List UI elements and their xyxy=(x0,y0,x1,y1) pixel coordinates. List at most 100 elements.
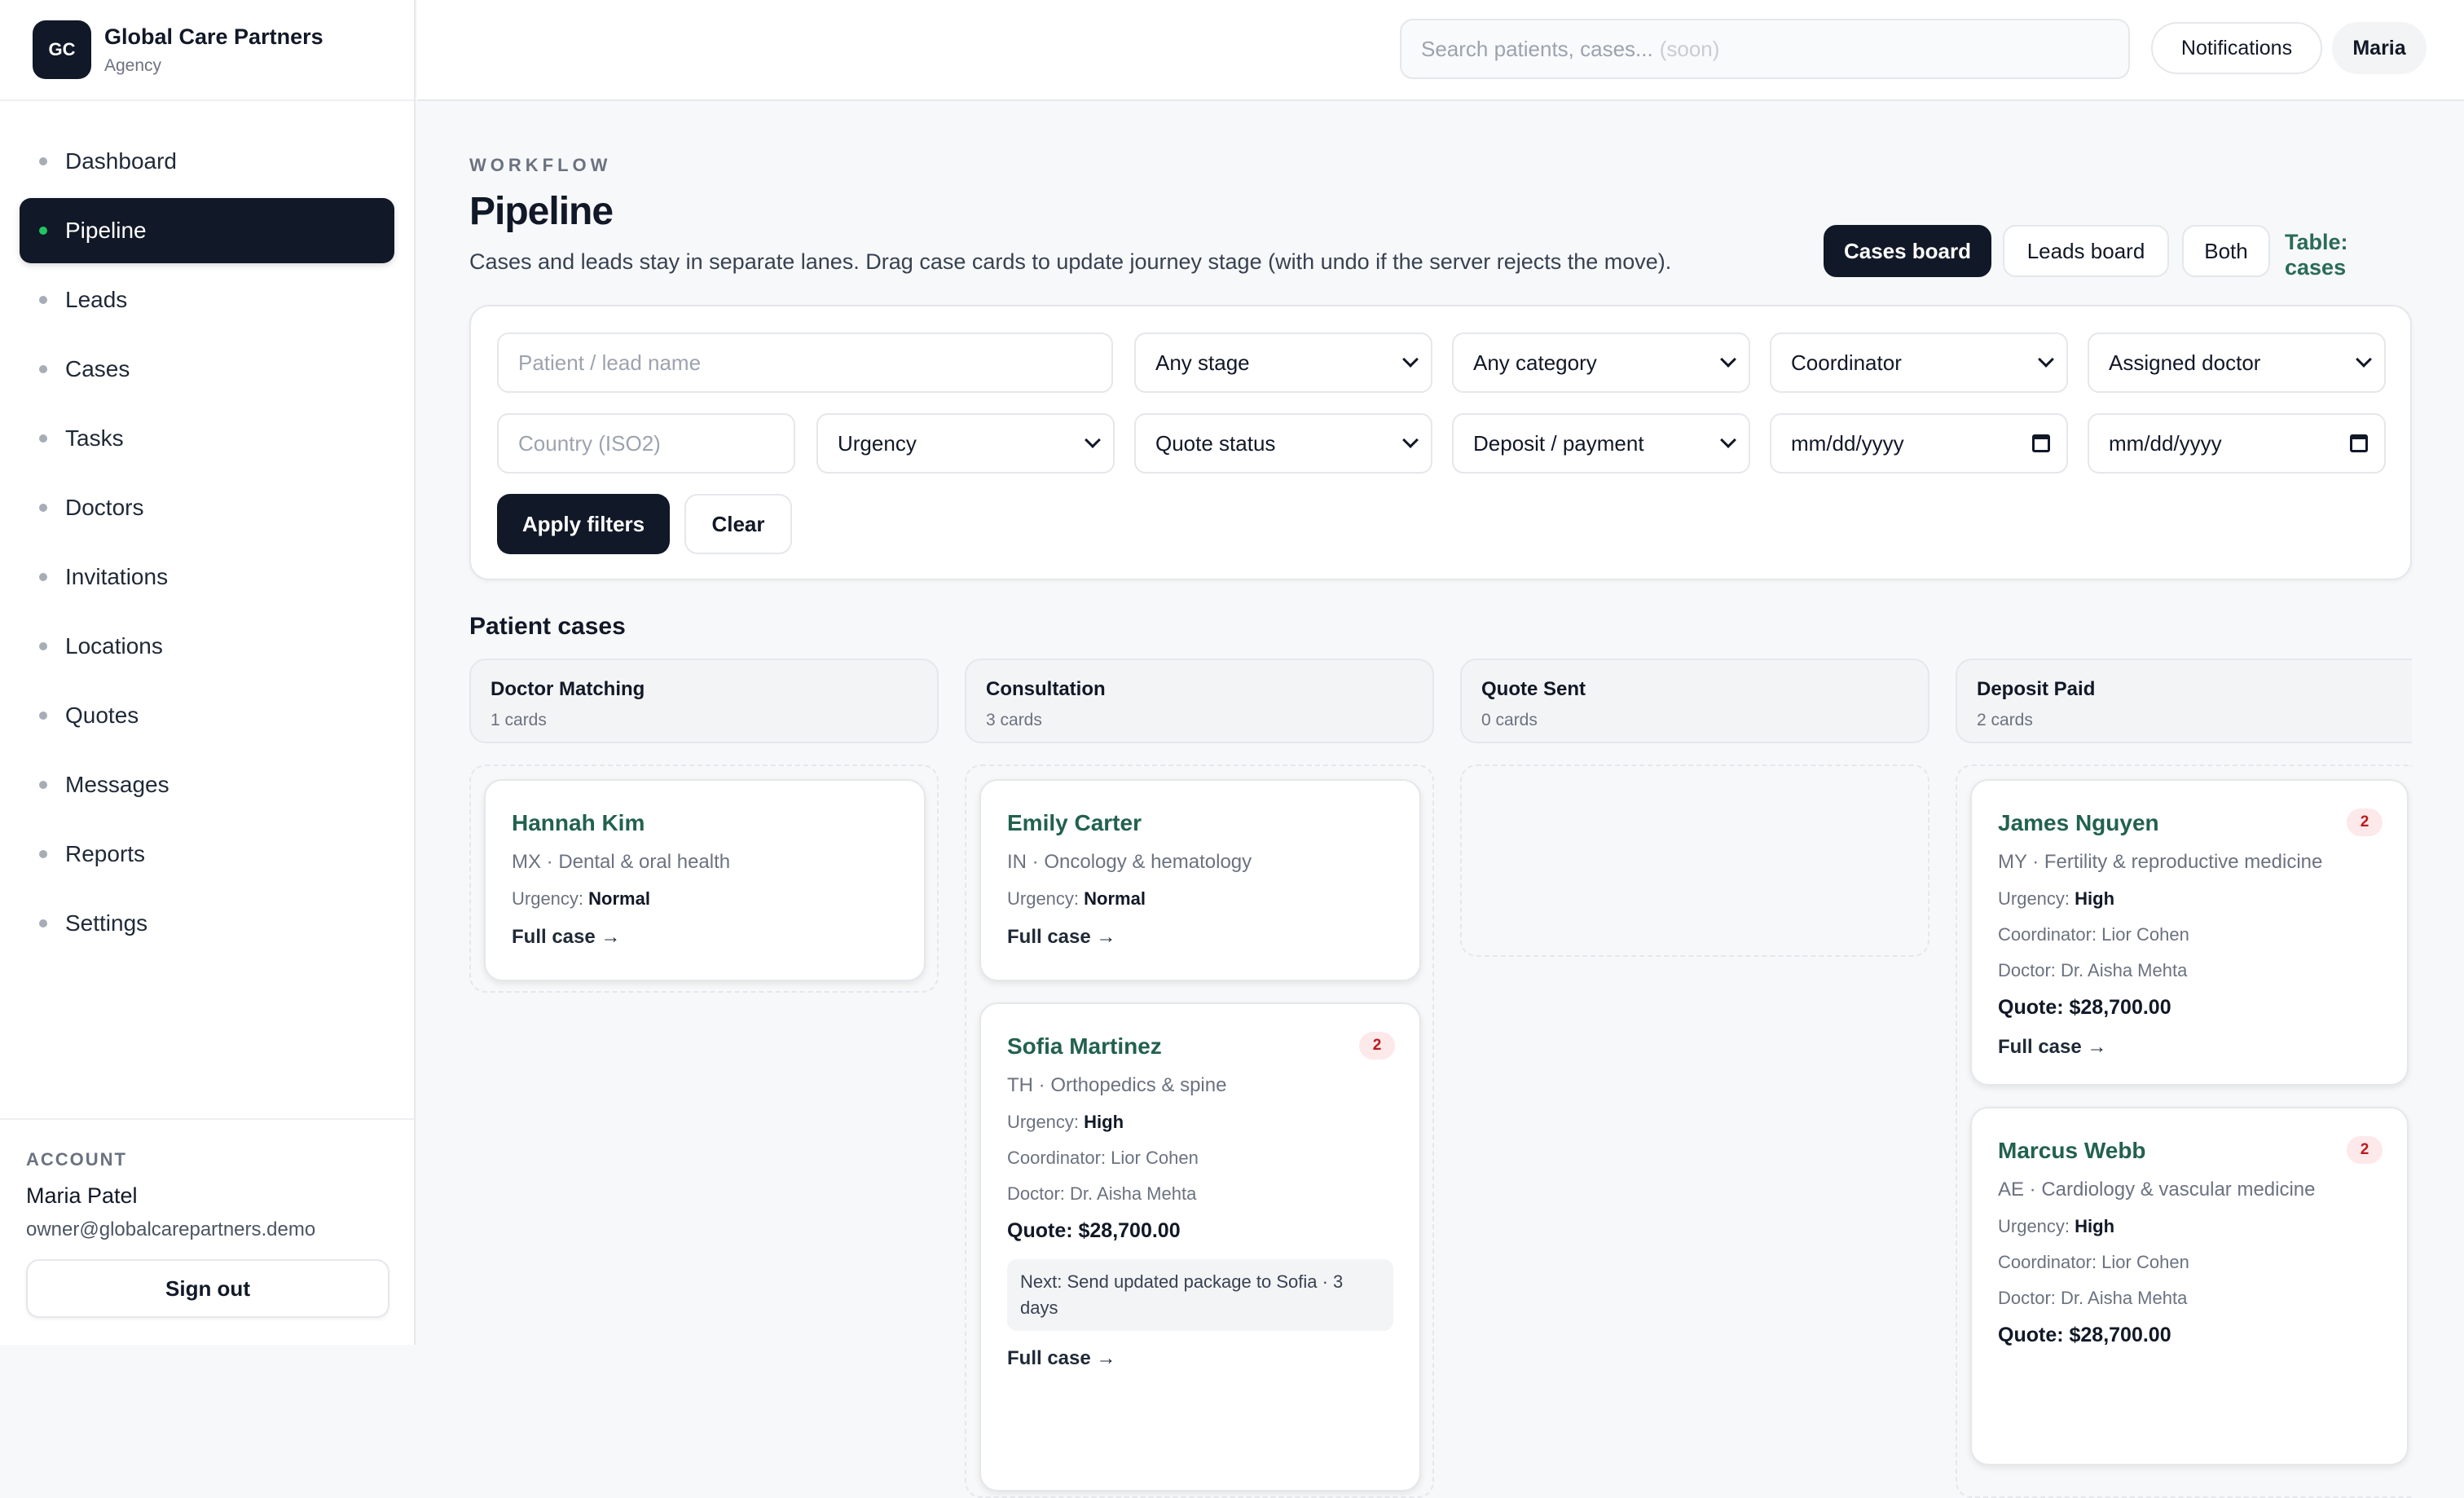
doctor-select[interactable]: Assigned doctor xyxy=(2088,333,2386,393)
bullet-icon xyxy=(39,227,47,235)
calendar-icon[interactable] xyxy=(2032,434,2050,452)
bullet-icon xyxy=(39,573,47,581)
account-email: owner@globalcarepartners.demo xyxy=(26,1218,316,1240)
clear-filters-button[interactable]: Clear xyxy=(684,494,792,554)
full-case-link[interactable]: Full case → xyxy=(1007,1347,1393,1370)
leads-board-toggle[interactable]: Leads board xyxy=(2003,225,2169,277)
stage-select[interactable]: Any stage xyxy=(1134,333,1432,393)
bullet-icon xyxy=(39,504,47,512)
category-select[interactable]: Any category xyxy=(1452,333,1750,393)
urgency-value: High xyxy=(1084,1112,1124,1132)
urgency-line: Urgency: High xyxy=(1007,1112,1393,1133)
case-card-emily-carter[interactable]: Emily Carter IN · Oncology & hematology … xyxy=(979,779,1421,981)
case-meta: MX · Dental & oral health xyxy=(512,851,731,873)
both-boards-toggle[interactable]: Both xyxy=(2182,225,2270,277)
bullet-icon xyxy=(39,365,47,373)
case-meta: IN · Oncology & hematology xyxy=(1007,851,1252,873)
sidebar-item-label: Leads xyxy=(65,287,128,312)
lane-name: Consultation xyxy=(986,678,1106,700)
date-from-input[interactable]: mm/dd/yyyy xyxy=(1770,413,2068,474)
user-menu-button[interactable]: Maria xyxy=(2332,22,2427,74)
deposit-select-value: Deposit / payment xyxy=(1473,430,1644,456)
full-case-link[interactable]: Full case → xyxy=(512,926,898,949)
lane-count: 2 cards xyxy=(1977,711,2033,729)
search-input[interactable]: Search patients, cases... (soon) xyxy=(1400,19,2130,79)
lane-deposit-paid[interactable]: James Nguyen 2 MY · Fertility & reproduc… xyxy=(1956,764,2412,1498)
urgency-select[interactable]: Urgency xyxy=(816,413,1115,474)
sidebar-item-leads[interactable]: Leads xyxy=(20,267,394,333)
patient-name[interactable]: Marcus Webb xyxy=(1998,1138,2381,1164)
sidebar-item-tasks[interactable]: Tasks xyxy=(20,406,394,471)
sidebar-item-label: Cases xyxy=(65,356,130,381)
sign-out-button[interactable]: Sign out xyxy=(26,1259,389,1318)
page-eyebrow: WORKFLOW xyxy=(469,155,612,175)
deposit-select[interactable]: Deposit / payment xyxy=(1452,413,1750,474)
sidebar-item-cases[interactable]: Cases xyxy=(20,337,394,402)
cases-board-toggle[interactable]: Cases board xyxy=(1824,225,1991,277)
notifications-button[interactable]: Notifications xyxy=(2151,22,2322,74)
full-case-link[interactable]: Full case → xyxy=(1007,926,1393,949)
lane-consultation[interactable]: Emily Carter IN · Oncology & hematology … xyxy=(965,764,1434,1498)
quote-amount: Quote: $28,700.00 xyxy=(1998,996,2171,1019)
case-card-marcus-webb[interactable]: Marcus Webb 2 AE · Cardiology & vascular… xyxy=(1970,1107,2409,1465)
sidebar-item-invitations[interactable]: Invitations xyxy=(20,544,394,610)
sidebar-item-settings[interactable]: Settings xyxy=(20,891,394,956)
sidebar-item-label: Locations xyxy=(65,633,163,659)
case-meta: MY · Fertility & reproductive medicine xyxy=(1998,851,2323,873)
case-card-hannah-kim[interactable]: Hannah Kim MX · Dental & oral health Urg… xyxy=(484,779,926,981)
chevron-down-icon xyxy=(1402,351,1419,368)
case-card-james-nguyen[interactable]: James Nguyen 2 MY · Fertility & reproduc… xyxy=(1970,779,2409,1086)
urgency-line: Urgency: Normal xyxy=(1007,888,1393,910)
chevron-down-icon xyxy=(1402,432,1419,448)
next-step-note: Next: Send updated package to Sofia · 3 … xyxy=(1007,1259,1393,1331)
sidebar-item-pipeline[interactable]: Pipeline xyxy=(20,198,394,263)
coordinator-select[interactable]: Coordinator xyxy=(1770,333,2068,393)
sidebar-item-dashboard[interactable]: Dashboard xyxy=(20,129,394,194)
country-filter-input[interactable]: Country (ISO2) xyxy=(497,413,795,474)
page-description: Cases and leads stay in separate lanes. … xyxy=(469,249,1672,274)
sidebar-item-label: Tasks xyxy=(65,425,124,451)
calendar-icon[interactable] xyxy=(2350,434,2368,452)
chevron-down-icon xyxy=(1720,432,1736,448)
urgency-value: Normal xyxy=(1084,888,1146,909)
bullet-icon xyxy=(39,781,47,789)
lane-name: Doctor Matching xyxy=(491,678,645,700)
patient-name[interactable]: Hannah Kim xyxy=(512,810,898,836)
bullet-icon xyxy=(39,434,47,443)
lane-count: 0 cards xyxy=(1481,711,1538,729)
sidebar-item-label: Pipeline xyxy=(65,218,147,243)
sidebar-item-quotes[interactable]: Quotes xyxy=(20,683,394,748)
full-case-link[interactable]: Full case → xyxy=(1998,1036,2381,1059)
patient-name[interactable]: Sofia Martinez xyxy=(1007,1033,1393,1060)
unread-count-badge: 2 xyxy=(1359,1032,1395,1060)
patient-name[interactable]: James Nguyen xyxy=(1998,810,2381,836)
case-card-sofia-martinez[interactable]: Sofia Martinez 2 TH · Orthopedics & spin… xyxy=(979,1002,1421,1491)
doctor-line: Doctor: Dr. Aisha Mehta xyxy=(1998,960,2188,980)
patient-name[interactable]: Emily Carter xyxy=(1007,810,1393,836)
sidebar-item-doctors[interactable]: Doctors xyxy=(20,475,394,540)
quote-amount: Quote: $28,700.00 xyxy=(1007,1219,1181,1242)
lane-count: 1 cards xyxy=(491,711,547,729)
sidebar-item-label: Dashboard xyxy=(65,148,177,174)
unread-count-badge: 2 xyxy=(2347,1136,2383,1164)
lane-quote-sent[interactable] xyxy=(1460,764,1929,957)
table-link[interactable]: Table: cases xyxy=(2285,230,2412,280)
sidebar-item-label: Reports xyxy=(65,841,146,866)
sidebar-item-messages[interactable]: Messages xyxy=(20,752,394,817)
date-to-input[interactable]: mm/dd/yyyy xyxy=(2088,413,2386,474)
chevron-down-icon xyxy=(1720,351,1736,368)
lane-name: Deposit Paid xyxy=(1977,678,2096,700)
account-panel: ACCOUNT Maria Patel owner@globalcarepart… xyxy=(0,1118,414,1345)
chevron-down-icon xyxy=(1085,432,1101,448)
sidebar-item-label: Settings xyxy=(65,910,148,936)
sidebar-item-label: Messages xyxy=(65,772,169,797)
coordinator-line: Coordinator: Lior Cohen xyxy=(1998,1252,2189,1272)
apply-filters-button[interactable]: Apply filters xyxy=(497,494,670,554)
urgency-value: High xyxy=(2075,1216,2115,1236)
lane-header-doctor-matching: Doctor Matching 1 cards xyxy=(469,659,939,743)
name-filter-input[interactable]: Patient / lead name xyxy=(497,333,1113,393)
lane-doctor-matching[interactable]: Hannah Kim MX · Dental & oral health Urg… xyxy=(469,764,939,993)
sidebar-item-reports[interactable]: Reports xyxy=(20,822,394,887)
sidebar-item-locations[interactable]: Locations xyxy=(20,614,394,679)
quote-status-select[interactable]: Quote status xyxy=(1134,413,1432,474)
